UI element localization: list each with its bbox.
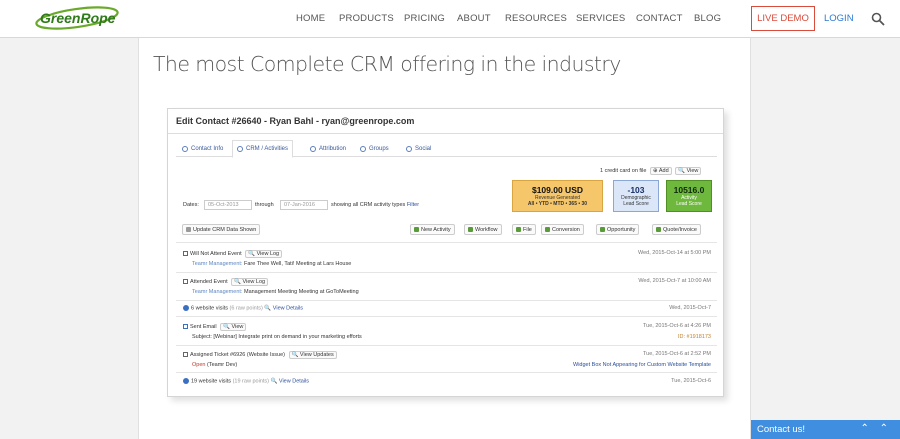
tab-contact-info[interactable]: Contact Info: [178, 140, 227, 157]
nav-about[interactable]: ABOUT: [457, 13, 491, 24]
greenrope-logo[interactable]: GreenRope: [34, 6, 120, 30]
person-icon: [182, 145, 188, 152]
view-email-button[interactable]: 🔍 View: [220, 323, 247, 331]
contact-tabs: Contact Info CRM / Activities Attributio…: [176, 140, 717, 158]
filter-link[interactable]: Filter: [407, 202, 419, 208]
event-date: Wed, 2015-Oct-14 at 5:00 PM: [638, 250, 711, 256]
globe-icon: [310, 145, 316, 152]
opportunity-button[interactable]: Opportunity: [596, 224, 640, 235]
ticket-icon: [183, 352, 188, 358]
view-details-link[interactable]: 🔍 View Details: [271, 378, 310, 384]
calendar-icon: [183, 251, 188, 257]
quote-icon: [656, 227, 661, 232]
groups-icon: [360, 145, 366, 152]
contact-us-bar[interactable]: Contact us! ⌃ ⌃: [751, 420, 900, 439]
team-link[interactable]: Teamr Management:: [192, 289, 242, 295]
date-from-input[interactable]: 05-Oct-2013: [204, 200, 252, 210]
revenue-filters[interactable]: All • YTD • MTD • 365 • 30: [528, 201, 587, 207]
crm-screenshot-card: Edit Contact #26640 - Ryan Bahl - ryan@g…: [167, 108, 724, 397]
divider: [176, 242, 717, 243]
nav-blog[interactable]: BLOG: [694, 13, 721, 24]
quote-invoice-button[interactable]: Quote/Invoice: [652, 224, 701, 235]
page-headline: The most Complete CRM offering in the in…: [153, 52, 621, 76]
card-title: Edit Contact #26640 - Ryan Bahl - ryan@g…: [176, 116, 415, 126]
add-icon: [414, 227, 419, 232]
envelope-icon: [183, 324, 188, 330]
chevron-up-icon[interactable]: ⌃ ⌃: [860, 423, 892, 434]
event-date: Wed, 2015-Oct-7: [669, 305, 711, 311]
credit-card-info: 1 credit card on file ⊕ Add 🔍 View: [600, 167, 702, 175]
list-item: 19 website visits (19 raw points) 🔍 View…: [183, 378, 309, 384]
login-link[interactable]: LOGIN: [824, 13, 854, 24]
svg-text:GreenRope: GreenRope: [40, 10, 116, 26]
file-button[interactable]: File: [512, 224, 536, 235]
date-to-input[interactable]: 07-Jan-2016: [280, 200, 328, 210]
opportunity-icon: [600, 227, 605, 232]
dates-label: Dates:: [183, 202, 199, 208]
divider: [176, 272, 717, 273]
view-card-button[interactable]: 🔍 View: [675, 167, 702, 175]
event-description: Teamr Management: Fare Thee Well, Tati! …: [192, 261, 352, 267]
nav-home[interactable]: HOME: [296, 13, 325, 24]
team-link[interactable]: Teamr Management:: [192, 261, 242, 267]
divider: [176, 372, 717, 373]
conversion-icon: [545, 227, 550, 232]
email-subject: Subject: [Webinar] Integrate print on de…: [192, 334, 362, 340]
email-id: ID: #1918173: [677, 334, 711, 340]
nav-products[interactable]: PRODUCTS: [339, 13, 394, 24]
top-nav-bar: GreenRope HOME PRODUCTS PRICING ABOUT RE…: [0, 0, 900, 38]
refresh-icon: [186, 227, 191, 232]
globe-icon: [183, 305, 189, 311]
demographic-score-box: -103 Demographic Lead Score: [613, 180, 659, 212]
ticket-link[interactable]: Widget Box Not Appearing for Custom Webs…: [573, 362, 711, 368]
calendar-icon: [183, 279, 188, 285]
tab-crm-activities[interactable]: CRM / Activities: [232, 140, 294, 158]
refresh-icon: [237, 146, 243, 152]
add-card-button[interactable]: ⊕ Add: [650, 167, 672, 175]
view-updates-button[interactable]: 🔍 View Updates: [288, 351, 337, 359]
event-date: Tue, 2015-Oct-6 at 2:52 PM: [643, 351, 711, 357]
workflow-icon: [468, 227, 473, 232]
revenue-box: $109.00 USD Revenue Generated All • YTD …: [512, 180, 603, 212]
divider: [176, 316, 717, 317]
through-label: through: [255, 202, 274, 208]
nav-services[interactable]: SERVICES: [576, 13, 625, 24]
ticket-status: Open (Teamr Dev): [192, 362, 238, 368]
workflow-button[interactable]: Workflow: [464, 224, 502, 235]
search-icon[interactable]: [871, 12, 885, 26]
showing-label: showing all CRM activity types Filter: [331, 202, 420, 208]
activity-score-box: 10516.0 Activity Lead Score: [666, 180, 712, 212]
list-item: Sent Email 🔍 View: [183, 323, 247, 331]
tab-groups[interactable]: Groups: [356, 140, 393, 157]
view-log-button[interactable]: 🔍 View Log: [245, 250, 283, 258]
nav-pricing[interactable]: PRICING: [404, 13, 445, 24]
nav-resources[interactable]: RESOURCES: [505, 13, 567, 24]
list-item: Assigned Ticket #6926 (Website Issue) 🔍 …: [183, 351, 337, 359]
event-date: Wed, 2015-Oct-7 at 10:00 AM: [638, 278, 711, 284]
event-date: Tue, 2015-Oct-6: [671, 378, 711, 384]
chat-icon: [406, 145, 412, 152]
conversion-button[interactable]: Conversion: [541, 224, 584, 235]
divider: [176, 345, 717, 346]
nav-contact[interactable]: CONTACT: [636, 13, 683, 24]
divider: [176, 300, 717, 301]
view-log-button[interactable]: 🔍 View Log: [231, 278, 269, 286]
view-details-link[interactable]: 🔍 View Details: [264, 305, 303, 311]
live-demo-button[interactable]: LIVE DEMO: [751, 6, 815, 31]
event-date: Tue, 2015-Oct-6 at 4:26 PM: [643, 323, 711, 329]
file-icon: [516, 227, 521, 232]
new-activity-button[interactable]: New Activity: [410, 224, 455, 235]
tab-social[interactable]: Social: [402, 140, 435, 157]
main-panel: The most Complete CRM offering in the in…: [138, 38, 751, 439]
list-item: Will Not Attend Event 🔍 View Log: [183, 250, 283, 258]
tab-attribution[interactable]: Attribution: [306, 140, 350, 157]
divider: [168, 133, 723, 134]
list-item: Attended Event 🔍 View Log: [183, 278, 269, 286]
globe-icon: [183, 378, 189, 384]
event-description: Teamr Management: Management Meeting Mee…: [192, 289, 359, 295]
update-crm-button[interactable]: Update CRM Data Shown: [182, 224, 261, 235]
list-item: 6 website visits (6 raw points) 🔍 View D…: [183, 305, 303, 311]
